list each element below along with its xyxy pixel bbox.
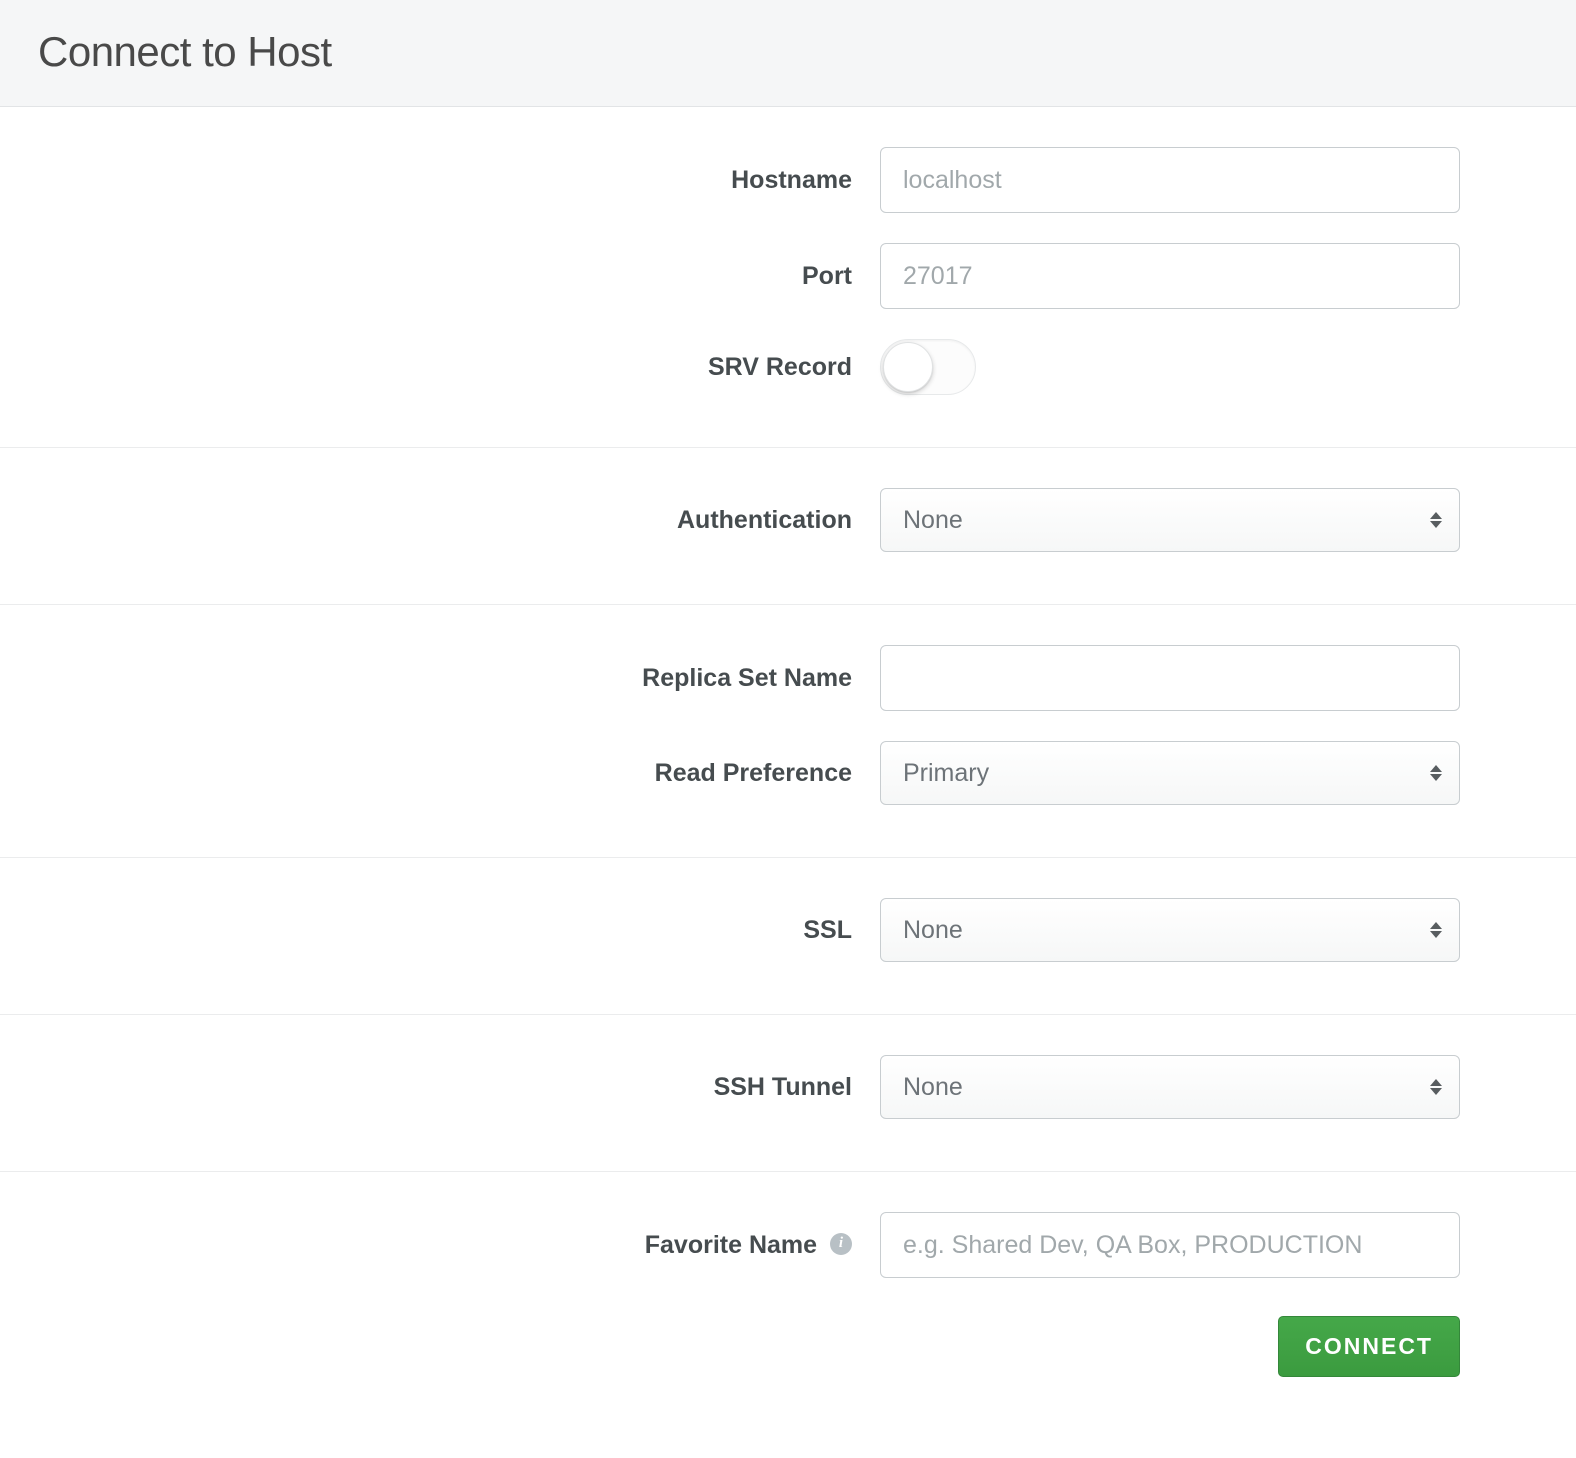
section-connection: Hostname Port SRV Record	[0, 107, 1576, 448]
replica-set-name-label: Replica Set Name	[0, 664, 880, 693]
row-favorite-name: Favorite Name i	[0, 1212, 1576, 1278]
port-input[interactable]	[880, 243, 1460, 309]
read-preference-select[interactable]: Primary	[880, 741, 1460, 805]
section-replica: Replica Set Name Read Preference Primary	[0, 605, 1576, 858]
section-ssh-tunnel: SSH Tunnel None	[0, 1015, 1576, 1172]
header: Connect to Host	[0, 0, 1576, 107]
port-label: Port	[0, 262, 880, 291]
row-hostname: Hostname	[0, 147, 1576, 213]
hostname-label: Hostname	[0, 166, 880, 195]
row-replica-set-name: Replica Set Name	[0, 645, 1576, 711]
toggle-knob	[883, 342, 933, 392]
ssh-tunnel-label: SSH Tunnel	[0, 1073, 880, 1102]
favorite-name-input[interactable]	[880, 1212, 1460, 1278]
row-ssh-tunnel: SSH Tunnel None	[0, 1055, 1576, 1119]
replica-set-name-input[interactable]	[880, 645, 1460, 711]
authentication-label: Authentication	[0, 506, 880, 535]
section-authentication: Authentication None	[0, 448, 1576, 605]
info-icon: i	[830, 1233, 852, 1255]
row-authentication: Authentication None	[0, 488, 1576, 552]
row-ssl: SSL None	[0, 898, 1576, 962]
ssl-select[interactable]: None	[880, 898, 1460, 962]
ssh-tunnel-select[interactable]: None	[880, 1055, 1460, 1119]
srv-record-label: SRV Record	[0, 353, 880, 382]
page-title: Connect to Host	[38, 28, 1538, 76]
favorite-name-label: Favorite Name i	[0, 1231, 880, 1260]
authentication-select[interactable]: None	[880, 488, 1460, 552]
section-favorite: Favorite Name i CONNECT	[0, 1172, 1576, 1377]
section-ssl: SSL None	[0, 858, 1576, 1015]
srv-record-toggle[interactable]	[880, 339, 976, 395]
connect-button[interactable]: CONNECT	[1278, 1316, 1460, 1377]
favorite-name-label-text: Favorite Name	[645, 1231, 817, 1259]
ssl-label: SSL	[0, 916, 880, 945]
hostname-input[interactable]	[880, 147, 1460, 213]
read-preference-label: Read Preference	[0, 759, 880, 788]
row-srv-record: SRV Record	[0, 339, 1576, 395]
row-port: Port	[0, 243, 1576, 309]
row-read-preference: Read Preference Primary	[0, 741, 1576, 805]
connect-button-row: CONNECT	[0, 1316, 1460, 1377]
